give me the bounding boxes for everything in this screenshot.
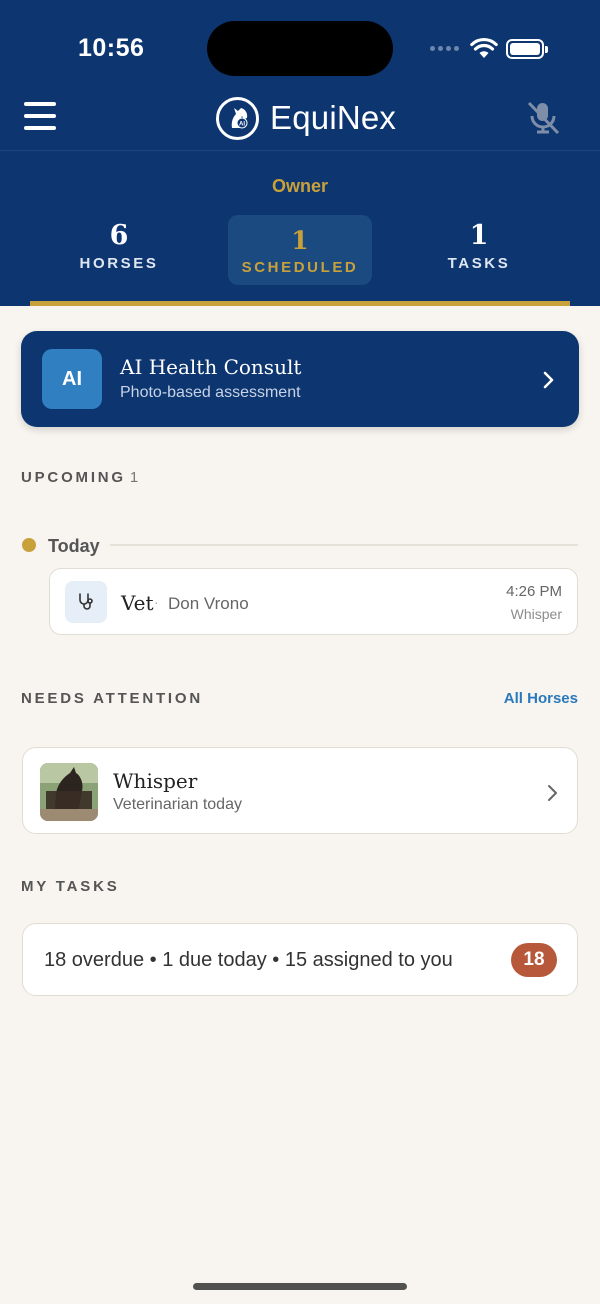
today-label: Today <box>48 536 100 556</box>
stethoscope-icon <box>65 581 107 623</box>
stat-scheduled-label: SCHEDULED <box>241 259 359 276</box>
upcoming-heading: UPCOMING 1 <box>21 469 138 486</box>
needs-attention-title: NEEDS ATTENTION <box>21 690 204 707</box>
event-time: 4:26 PM <box>506 583 562 600</box>
today-dot <box>22 538 36 552</box>
nav-divider <box>0 150 600 151</box>
hamburger-icon <box>24 102 56 106</box>
stat-horses-value: 6 <box>109 220 129 251</box>
chevron-right-icon <box>548 785 557 801</box>
active-tab-underline <box>30 301 570 306</box>
tasks-summary: 18 overdue • 1 due today • 15 assigned t… <box>44 949 453 971</box>
my-tasks-title: MY TASKS <box>21 878 120 895</box>
dynamic-island <box>207 21 393 76</box>
event-separator: · <box>154 594 159 610</box>
svg-text:AI: AI <box>239 122 245 128</box>
today-divider <box>110 544 578 546</box>
event-horse: Whisper <box>510 606 562 622</box>
tasks-summary-card[interactable]: 18 overdue • 1 due today • 15 assigned t… <box>22 923 578 996</box>
top-nav: AI EquiNex <box>0 92 600 150</box>
event-person: Don Vrono <box>168 594 249 613</box>
overdue-badge: 18 <box>511 943 557 977</box>
home-indicator[interactable] <box>193 1283 407 1290</box>
app-title: EquiNex <box>270 99 397 136</box>
voice-button[interactable] <box>524 100 562 136</box>
ai-health-consult-card[interactable]: AI AI Health Consult Photo-based assessm… <box>21 331 579 427</box>
app-header: 10:56 AI EquiNex Owner 6 HORSES 1 SCHEDU… <box>0 0 600 306</box>
stat-tasks[interactable]: 1 TASKS <box>407 215 551 285</box>
horse-status: Veterinarian today <box>113 796 242 813</box>
status-bar: 10:56 <box>0 0 600 96</box>
menu-button[interactable] <box>24 102 56 130</box>
chevron-right-icon <box>543 371 554 389</box>
ai-consult-title: AI Health Consult <box>120 355 302 379</box>
wifi-icon <box>470 37 498 58</box>
status-time: 10:56 <box>78 34 145 62</box>
upcoming-title: UPCOMING <box>21 469 126 486</box>
horse-name: Whisper <box>113 769 198 793</box>
event-card[interactable]: Vet · Don Vrono 4:26 PM Whisper <box>49 568 578 635</box>
horse-attention-card[interactable]: Whisper Veterinarian today <box>22 747 578 834</box>
stat-scheduled-value: 1 <box>291 226 309 255</box>
horse-photo <box>40 763 98 821</box>
stat-scheduled[interactable]: 1 SCHEDULED <box>228 215 372 285</box>
status-icons <box>428 36 552 62</box>
ai-badge: AI <box>42 349 102 409</box>
cellular-signal-icon <box>430 46 459 51</box>
ai-consult-subtitle: Photo-based assessment <box>120 384 301 401</box>
stat-horses-label: HORSES <box>79 255 159 272</box>
mic-off-icon <box>527 101 560 135</box>
horse-logo-icon: AI <box>216 96 259 140</box>
battery-icon <box>506 39 548 59</box>
event-title: Vet <box>121 591 154 615</box>
stat-tasks-label: TASKS <box>447 255 511 272</box>
all-horses-link[interactable]: All Horses <box>478 690 578 707</box>
upcoming-count: 1 <box>129 469 139 486</box>
app-brand: AI EquiNex <box>216 96 396 140</box>
stat-horses[interactable]: 6 HORSES <box>47 215 191 285</box>
user-role: Owner <box>271 176 328 196</box>
stat-tasks-value: 1 <box>469 220 489 251</box>
